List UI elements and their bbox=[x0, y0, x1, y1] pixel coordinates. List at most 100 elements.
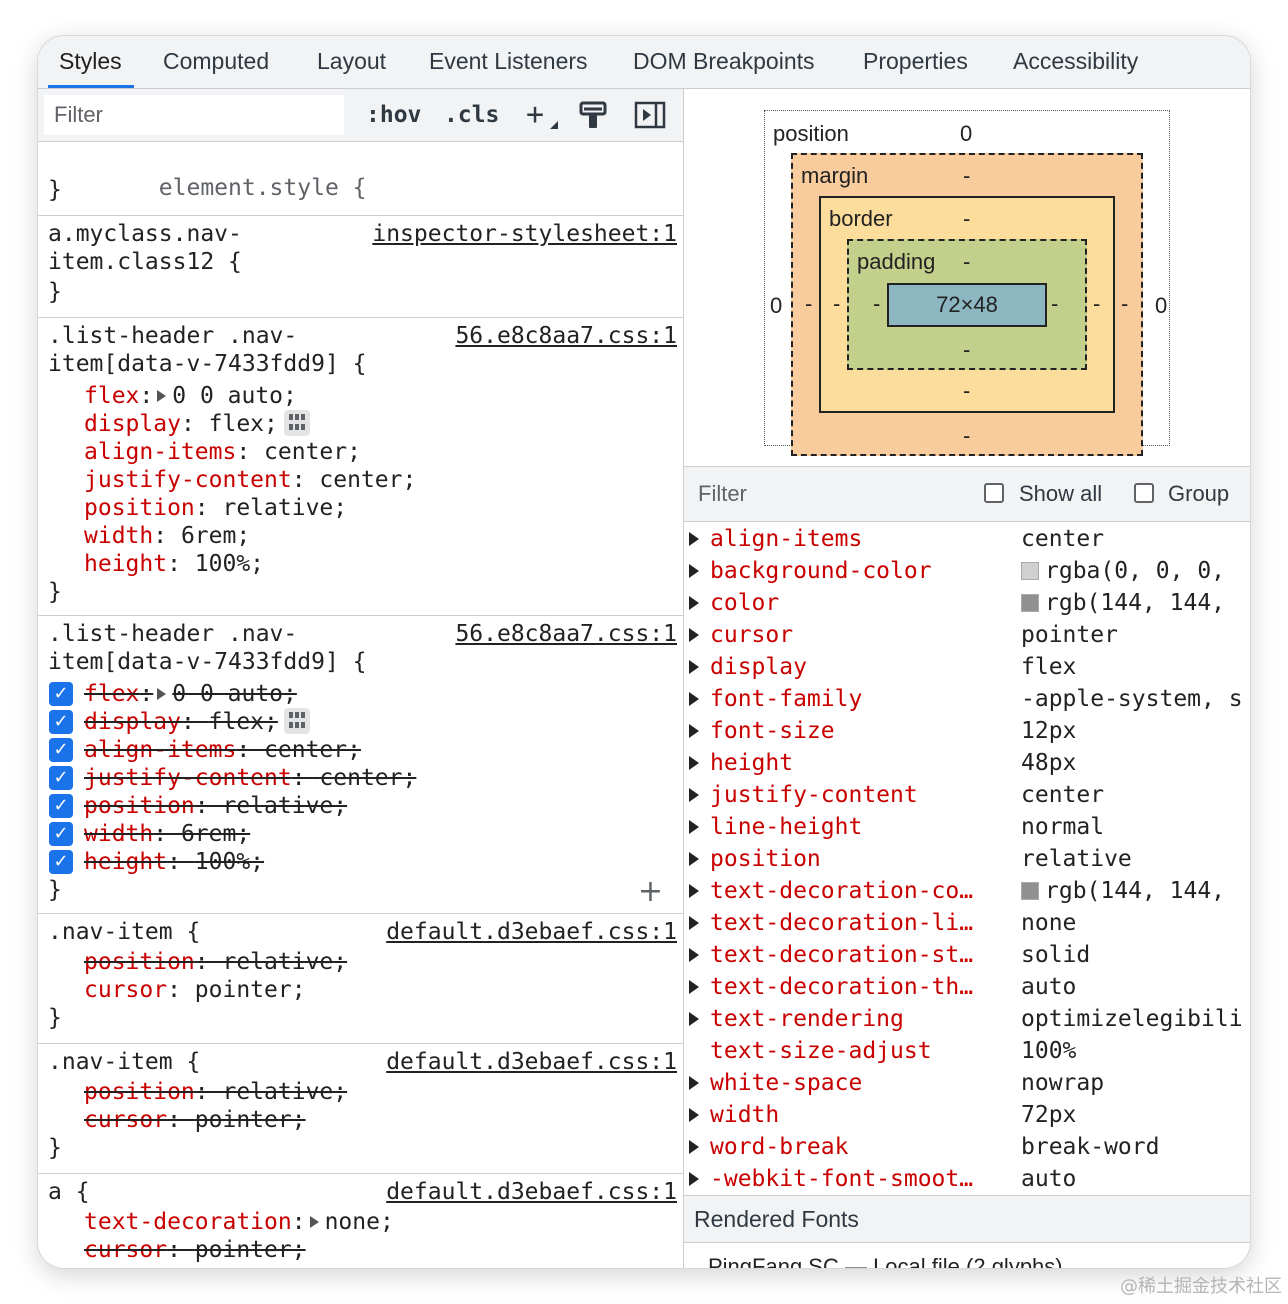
computed-row[interactable]: position relative bbox=[684, 843, 1250, 875]
margin-right-value[interactable]: - bbox=[1121, 291, 1128, 317]
paint-brush-button[interactable] bbox=[578, 100, 608, 136]
expand-triangle-icon[interactable] bbox=[689, 1140, 699, 1154]
expand-triangle-icon[interactable] bbox=[689, 756, 699, 770]
margin-bottom-value[interactable]: - bbox=[963, 423, 970, 449]
computed-row[interactable]: word-break break-word bbox=[684, 1131, 1250, 1163]
add-declaration-button[interactable]: + bbox=[638, 877, 663, 907]
declaration-checkbox[interactable]: ✓ bbox=[49, 822, 73, 846]
computed-row[interactable]: font-size 12px bbox=[684, 715, 1250, 747]
declaration-position[interactable]: position: relative; bbox=[84, 1078, 347, 1106]
declaration-checkbox[interactable]: ✓ bbox=[49, 794, 73, 818]
rule-source-link[interactable]: 56.e8c8aa7.css:1 bbox=[455, 322, 677, 350]
padding-left-value[interactable]: - bbox=[873, 291, 880, 317]
computed-row[interactable]: text-decoration-co… rgb(144, 144, bbox=[684, 875, 1250, 907]
declaration-align-items[interactable]: align-items: center; bbox=[84, 438, 361, 466]
expand-triangle-icon[interactable] bbox=[689, 596, 699, 610]
border-left-value[interactable]: - bbox=[833, 291, 840, 317]
declaration-height[interactable]: height: 100%; bbox=[84, 550, 264, 578]
rule-source-link[interactable]: default.d3ebaef.css:1 bbox=[386, 1178, 677, 1206]
computed-row[interactable]: text-rendering optimizelegibili bbox=[684, 1003, 1250, 1035]
rule-selector[interactable]: a.myclass.nav- item.class12 { bbox=[48, 220, 242, 276]
expand-triangle-icon[interactable] bbox=[689, 1012, 699, 1026]
declaration-width[interactable]: width: 6rem; bbox=[84, 522, 250, 550]
tab-computed[interactable]: Computed bbox=[163, 36, 269, 88]
expand-triangle-icon[interactable] bbox=[689, 628, 699, 642]
rule-source-link[interactable]: inspector-stylesheet:1 bbox=[372, 220, 677, 248]
computed-row[interactable]: width 72px bbox=[684, 1099, 1250, 1131]
computed-row[interactable]: text-size-adjust 100% bbox=[684, 1035, 1250, 1067]
position-top-value[interactable]: 0 bbox=[960, 121, 972, 147]
expand-triangle-icon[interactable] bbox=[689, 1108, 699, 1122]
padding-right-value[interactable]: - bbox=[1051, 291, 1058, 317]
computed-row[interactable]: -webkit-font-smoot… auto bbox=[684, 1163, 1250, 1195]
computed-filter-input[interactable]: Filter bbox=[698, 481, 747, 507]
computed-row[interactable]: display flex bbox=[684, 651, 1250, 683]
expand-triangle-icon[interactable] bbox=[157, 688, 167, 700]
expand-triangle-icon[interactable] bbox=[689, 948, 699, 962]
expand-triangle-icon[interactable] bbox=[689, 564, 699, 578]
cls-toggle[interactable]: .cls bbox=[444, 97, 499, 133]
color-swatch-icon[interactable] bbox=[1021, 562, 1039, 580]
toggle-sidebar-button[interactable] bbox=[634, 100, 666, 136]
group-label[interactable]: Group bbox=[1168, 481, 1229, 507]
expand-triangle-icon[interactable] bbox=[689, 1172, 699, 1186]
declaration-flex[interactable]: flex: 0 0 auto; bbox=[84, 382, 297, 410]
padding-top-value[interactable]: - bbox=[963, 249, 970, 275]
border-right-value[interactable]: - bbox=[1093, 291, 1100, 317]
expand-triangle-icon[interactable] bbox=[689, 660, 699, 674]
rule-selector[interactable]: .nav-item { bbox=[48, 918, 200, 946]
declaration-cursor[interactable]: cursor: pointer; bbox=[84, 1106, 306, 1134]
computed-row[interactable]: white-space nowrap bbox=[684, 1067, 1250, 1099]
computed-row[interactable]: height 48px bbox=[684, 747, 1250, 779]
expand-triangle-icon[interactable] bbox=[689, 980, 699, 994]
declaration-text-decoration[interactable]: text-decoration: none; bbox=[84, 1208, 394, 1236]
margin-left-value[interactable]: - bbox=[805, 291, 812, 317]
flexbox-editor-icon[interactable] bbox=[283, 410, 310, 436]
tab-event-listeners[interactable]: Event Listeners bbox=[429, 36, 588, 88]
computed-row[interactable]: text-decoration-th… auto bbox=[684, 971, 1250, 1003]
border-top-value[interactable]: - bbox=[963, 206, 970, 232]
expand-triangle-icon[interactable] bbox=[157, 390, 167, 402]
computed-row[interactable]: background-color rgba(0, 0, 0, bbox=[684, 555, 1250, 587]
expand-triangle-icon[interactable] bbox=[689, 532, 699, 546]
color-swatch-icon[interactable] bbox=[1021, 594, 1039, 612]
margin-top-value[interactable]: - bbox=[963, 163, 970, 189]
rule-selector[interactable]: a { bbox=[48, 1178, 90, 1206]
declaration-checkbox[interactable]: ✓ bbox=[49, 850, 73, 874]
expand-triangle-icon[interactable] bbox=[689, 852, 699, 866]
declaration-checkbox[interactable]: ✓ bbox=[49, 738, 73, 762]
expand-triangle-icon[interactable] bbox=[689, 820, 699, 834]
computed-row[interactable]: color rgb(144, 144, bbox=[684, 587, 1250, 619]
declaration-position[interactable]: position: relative; bbox=[84, 948, 347, 976]
computed-row[interactable]: text-decoration-st… solid bbox=[684, 939, 1250, 971]
expand-triangle-icon[interactable] bbox=[689, 884, 699, 898]
declaration-checkbox[interactable]: ✓ bbox=[49, 682, 73, 706]
declaration-position[interactable]: position: relative; bbox=[84, 792, 347, 820]
declaration-position[interactable]: position: relative; bbox=[84, 494, 347, 522]
box-model-content[interactable]: 72×48 bbox=[887, 283, 1047, 327]
declaration-checkbox[interactable]: ✓ bbox=[49, 710, 73, 734]
styles-filter-input[interactable]: Filter bbox=[44, 95, 344, 135]
declaration-cursor[interactable]: cursor: pointer; bbox=[84, 1236, 306, 1264]
border-bottom-value[interactable]: - bbox=[963, 378, 970, 404]
position-left-value[interactable]: 0 bbox=[770, 293, 782, 319]
group-checkbox[interactable] bbox=[1134, 483, 1154, 503]
rule-selector[interactable]: .list-header .nav- item[data-v-7433fdd9]… bbox=[48, 322, 367, 378]
declaration-align-items[interactable]: align-items: center; bbox=[84, 736, 361, 764]
rule-source-link[interactable]: default.d3ebaef.css:1 bbox=[386, 918, 677, 946]
rule-selector[interactable]: .list-header .nav- item[data-v-7433fdd9]… bbox=[48, 620, 367, 676]
declaration-display[interactable]: display: flex; bbox=[84, 410, 310, 438]
expand-triangle-icon[interactable] bbox=[689, 916, 699, 930]
computed-row[interactable]: line-height normal bbox=[684, 811, 1250, 843]
tab-layout[interactable]: Layout bbox=[317, 36, 386, 88]
declaration-display[interactable]: display: flex; bbox=[84, 708, 310, 736]
tab-accessibility[interactable]: Accessibility bbox=[1013, 36, 1138, 88]
rule-source-link[interactable]: 56.e8c8aa7.css:1 bbox=[455, 620, 677, 648]
rule-selector[interactable]: .nav-item { bbox=[48, 1048, 200, 1076]
computed-row[interactable]: font-family -apple-system, s bbox=[684, 683, 1250, 715]
declaration-justify-content[interactable]: justify-content: center; bbox=[84, 764, 416, 792]
new-style-rule-button[interactable]: + bbox=[526, 97, 558, 133]
declaration-justify-content[interactable]: justify-content: center; bbox=[84, 466, 416, 494]
declaration-flex[interactable]: flex: 0 0 auto; bbox=[84, 680, 297, 708]
hov-toggle[interactable]: :hov bbox=[366, 97, 421, 133]
